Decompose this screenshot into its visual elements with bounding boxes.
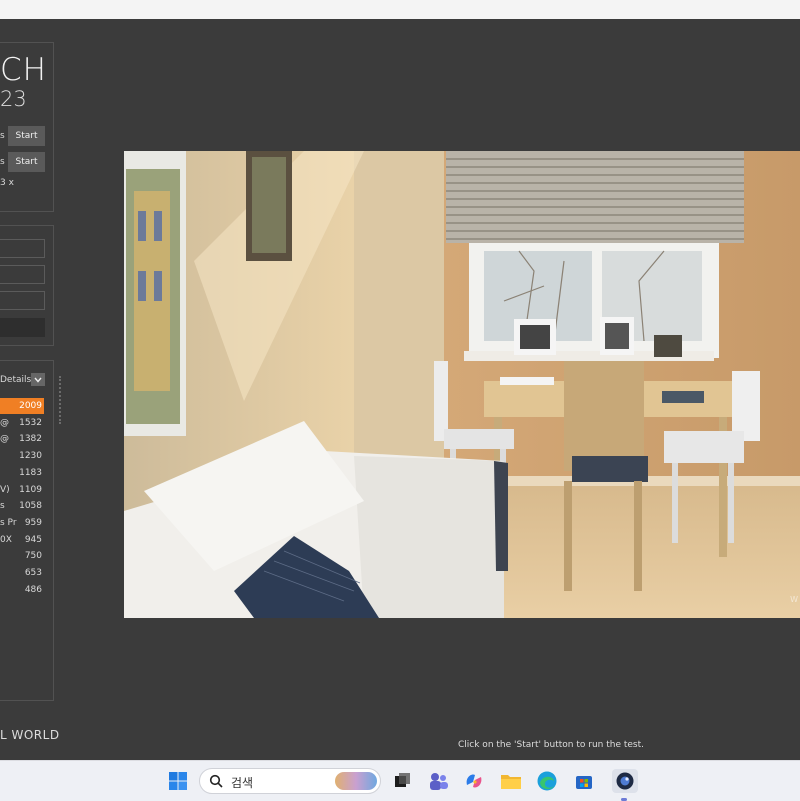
ranking-score: 653 [24, 568, 42, 578]
ranking-row[interactable]: 653 [0, 565, 44, 581]
info-field-gfx [0, 291, 45, 310]
info-field-info [0, 318, 45, 337]
ranking-cpu-name: @ [0, 417, 9, 428]
footer-brand: L WORLD [0, 728, 60, 742]
start-button-single-core[interactable]: Start [8, 152, 45, 172]
task-view-icon[interactable] [390, 769, 414, 793]
ranking-score: 945 [24, 534, 42, 545]
ranking-row[interactable]: 0X 945 [0, 532, 44, 548]
file-explorer-icon[interactable] [499, 769, 523, 793]
ranking-row[interactable]: 2009 [0, 398, 44, 414]
ranking-score: 959 [24, 517, 42, 528]
test-label-single: s [0, 157, 5, 167]
ranking-cpu-name: V) [0, 484, 10, 495]
ranking-scrollbar[interactable] [59, 376, 63, 424]
ranking-score: 1382 [19, 434, 42, 445]
cores-info: 3 x [0, 178, 14, 188]
edge-icon[interactable] [535, 769, 559, 793]
ranking-row[interactable]: V) 1109 [0, 482, 44, 498]
ranking-score: 750 [24, 551, 42, 562]
cinebench-icon[interactable] [612, 769, 638, 793]
start-button-multi-core[interactable]: Start [8, 126, 45, 146]
ranking-score: 1183 [19, 467, 42, 478]
copilot-icon[interactable] [462, 769, 486, 793]
ranking-row[interactable]: 750 [0, 548, 44, 564]
status-message: Click on the 'Start' button to run the t… [458, 740, 644, 750]
ranking-details-label: Details [0, 375, 32, 385]
taskbar-search-box[interactable]: 검색 [199, 768, 381, 794]
render-watermark: W [790, 595, 798, 604]
ranking-row[interactable]: 486 [0, 582, 44, 598]
ranking-cpu-name: s [0, 501, 5, 512]
ranking-score: 2009 [19, 401, 42, 411]
teams-icon[interactable] [426, 769, 450, 793]
test-label-multi: s [0, 131, 5, 141]
search-highlight-image [335, 772, 377, 790]
window-title-bar [0, 0, 800, 19]
ranking-cpu-name: @ [0, 434, 9, 445]
info-field-os [0, 265, 45, 284]
ranking-row[interactable]: 1230 [0, 448, 44, 464]
ranking-row[interactable]: @1382 [0, 431, 44, 447]
ranking-score: 1230 [19, 451, 42, 462]
app-title: CH [0, 52, 47, 88]
rendered-room-scene [124, 151, 800, 618]
ranking-cpu-name: 0X [0, 534, 12, 545]
ranking-row[interactable]: s Pr 959 [0, 515, 44, 531]
store-icon[interactable] [572, 769, 596, 793]
taskbar: 검색 [0, 760, 800, 801]
ranking-row[interactable]: 1183 [0, 465, 44, 481]
chevron-down-icon [34, 377, 42, 383]
ranking-score: 1532 [19, 417, 42, 428]
search-placeholder: 검색 [231, 776, 254, 790]
ranking-score: 486 [24, 584, 42, 595]
ranking-cpu-name: s Pr [0, 517, 17, 528]
ranking-score: 1109 [19, 484, 42, 495]
windows-start-icon[interactable] [166, 769, 190, 793]
search-icon [209, 774, 223, 788]
app-version: 23 [0, 87, 27, 111]
info-field-cpu [0, 239, 45, 258]
details-dropdown[interactable] [31, 373, 45, 386]
ranking-score: 1058 [19, 501, 42, 512]
render-viewport: W [124, 151, 800, 618]
ranking-row[interactable]: @1532 [0, 415, 44, 431]
ranking-row[interactable]: s 1058 [0, 498, 44, 514]
